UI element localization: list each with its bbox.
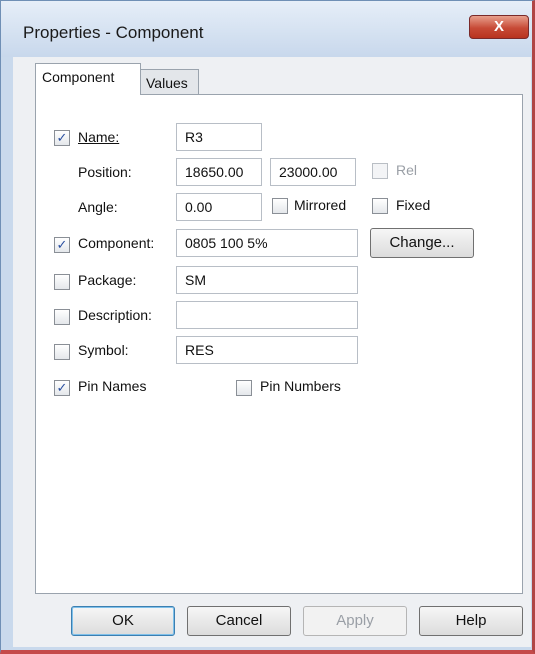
description-label: Description: — [78, 307, 152, 323]
close-button[interactable]: X — [469, 15, 529, 39]
mirrored-checkbox[interactable] — [272, 198, 288, 214]
pin-names-checkbox[interactable] — [54, 380, 70, 396]
cancel-button[interactable]: Cancel — [187, 606, 291, 636]
package-checkbox[interactable] — [54, 274, 70, 290]
rel-checkbox[interactable] — [372, 163, 388, 179]
angle-field[interactable]: 0.00 — [176, 193, 262, 221]
rel-label: Rel — [396, 162, 418, 178]
pin-numbers-checkbox[interactable] — [236, 380, 252, 396]
help-button[interactable]: Help — [419, 606, 523, 636]
position-x-field[interactable]: 18650.00 — [176, 158, 262, 186]
component-label: Component: — [78, 235, 155, 251]
position-y-field[interactable]: 23000.00 — [270, 158, 356, 186]
tab-values[interactable]: Values — [139, 69, 199, 97]
tab-component[interactable]: Component — [35, 63, 141, 95]
fixed-label: Fixed — [396, 197, 431, 213]
package-field[interactable]: SM — [176, 266, 358, 294]
properties-dialog: Properties - Component X Values Componen… — [0, 0, 535, 654]
angle-label: Angle: — [78, 199, 118, 215]
component-field[interactable]: 0805 100 5% — [176, 229, 358, 257]
dialog-body: Values Component Name: R3 Position: 1865… — [13, 57, 531, 647]
apply-button[interactable]: Apply — [303, 606, 407, 636]
position-label: Position: — [78, 164, 132, 180]
pin-numbers-label: Pin Numbers — [260, 378, 341, 394]
symbol-label: Symbol: — [78, 342, 129, 358]
package-label: Package: — [78, 272, 137, 288]
ok-button[interactable]: OK — [71, 606, 175, 636]
dialog-title: Properties - Component — [23, 23, 204, 42]
symbol-field[interactable]: RES — [176, 336, 358, 364]
description-field[interactable] — [176, 301, 358, 329]
symbol-checkbox[interactable] — [54, 344, 70, 360]
pin-names-label: Pin Names — [78, 378, 147, 394]
mirrored-label: Mirrored — [294, 197, 347, 213]
name-field[interactable]: R3 — [176, 123, 262, 151]
component-checkbox[interactable] — [54, 237, 70, 253]
change-button[interactable]: Change... — [370, 228, 474, 258]
name-label: Name: — [78, 129, 120, 145]
title-bar[interactable]: Properties - Component X — [1, 1, 532, 57]
name-checkbox[interactable] — [54, 130, 70, 146]
fixed-checkbox[interactable] — [372, 198, 388, 214]
component-tab-panel: Name: R3 Position: 18650.00 23000.00 Rel… — [35, 94, 523, 594]
description-checkbox[interactable] — [54, 309, 70, 325]
